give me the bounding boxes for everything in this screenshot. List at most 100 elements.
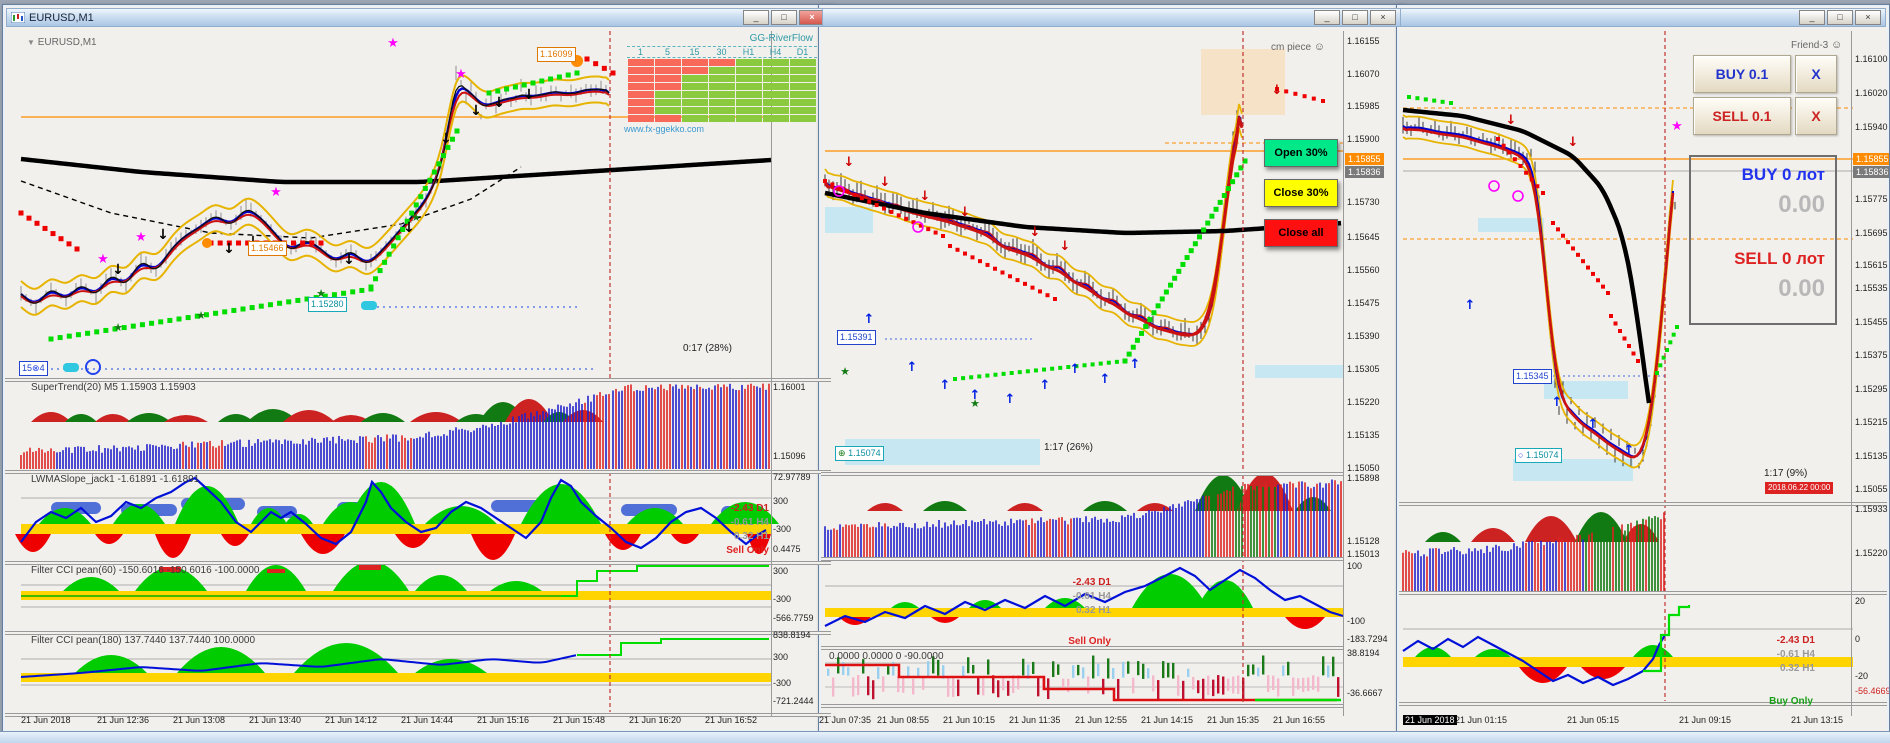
riverflow-cell [654, 74, 681, 82]
chevron-down-icon: ▼ [27, 38, 35, 47]
circle-icon: ○ [1518, 450, 1524, 460]
riverflow-timeframe: 5 [664, 47, 670, 57]
price-label-mid: 1.15466 [248, 241, 287, 256]
riverflow-cell [789, 82, 816, 90]
maximize-button[interactable]: □ [1827, 10, 1853, 25]
riverflow-cell [654, 106, 681, 114]
sell-close-x-button[interactable]: X [1795, 97, 1837, 135]
price-scale-tick: 38.8194 [1347, 648, 1380, 658]
svg-text:★: ★ [97, 252, 109, 267]
sell-lots-value: 0.00 [1778, 275, 1825, 302]
close-button[interactable]: × [1370, 10, 1396, 25]
pane-separator[interactable] [1399, 702, 1887, 706]
close-all-button[interactable]: Close all [1264, 219, 1338, 247]
svg-text:★: ★ [270, 185, 282, 200]
svg-text:↓: ↓ [844, 155, 855, 170]
svg-text:↑: ↑ [907, 360, 918, 375]
price-scale-tick: 1.15455 [1855, 317, 1888, 327]
price-scale-tick: 1.15305 [1347, 364, 1380, 374]
time-axis-label: 21 Jun 05:15 [1567, 715, 1620, 725]
time-axis-label: 21 Jun 15:48 [553, 715, 606, 725]
indicator-label-lwmaslope: LWMASlope_jack1 -1.61891 -1.61891 [31, 474, 200, 485]
svg-text:↑: ↑ [864, 312, 875, 327]
time-axis-label: 21 Jun 14:15 [1141, 715, 1194, 725]
riverflow-cell [762, 98, 789, 106]
riverflow-timeframe: H1 [742, 47, 755, 57]
window-titlebar[interactable]: _ □ × [822, 8, 1401, 27]
indicator-label-supertrend: SuperTrend(20) M5 1.15903 1.15903 [31, 382, 196, 393]
riverflow-cell [654, 58, 681, 66]
time-axis-label: 21 Jun 14:12 [325, 715, 378, 725]
bid-price-box: 1.15836 [1853, 166, 1889, 178]
riverflow-grid [608, 58, 821, 122]
close-button[interactable]: × [1855, 10, 1881, 25]
time-axis-label: 21 Jun 15:35 [1207, 715, 1260, 725]
window-titlebar[interactable]: EURUSD,M1 _ □ × [6, 8, 830, 27]
restore-button[interactable]: □ [771, 10, 797, 25]
riverflow-cell [789, 90, 816, 98]
price-scale-tick: -100 [1347, 616, 1366, 626]
minimize-button[interactable]: _ [1799, 10, 1825, 25]
smiley-toggle-icon[interactable]: ☺ [1831, 39, 1842, 51]
svg-text:↓: ↓ [1506, 113, 1517, 128]
price-scale-tick: 0 [1855, 634, 1861, 644]
w2-main-chart: ↑ ↑ ↑ ↑ ↑ ↑ ↑ ↑ ↑ ↓ ↓ ↓ ↓ ↓ ↓ ↓ ★ ★ [823, 31, 1343, 472]
svg-text:↓: ↓ [920, 189, 931, 204]
riverflow-cell [708, 114, 735, 122]
bar-countdown: 1:17 (26%) [1044, 442, 1093, 453]
time-axis-label: 21 Jun 2018 [21, 715, 71, 725]
riverflow-cell [627, 114, 654, 122]
mt4-workspace: EURUSD,M1 _ □ × ▼ EURUSD,M1 GG-RiverFlow… [0, 0, 1890, 743]
price-scale-tick: 1.15055 [1855, 484, 1888, 494]
svg-text:↓: ↓ [1030, 225, 1041, 240]
circled-plus-icon: ⊕ [838, 448, 846, 458]
close-30-button[interactable]: Close 30% [1264, 179, 1338, 207]
riverflow-cell [762, 114, 789, 122]
price-scale-axis[interactable] [1343, 31, 1344, 716]
price-label-high: 1.16099 [537, 47, 576, 62]
riverflow-cell [735, 98, 762, 106]
chart-icon [11, 12, 25, 23]
price-label-b: ○ 1.15074 [1515, 448, 1562, 463]
svg-text:↓: ↓ [440, 131, 452, 147]
sell-lots-label: SELL 0 лот [1734, 249, 1825, 268]
minimize-button[interactable]: _ [1314, 10, 1340, 25]
riverflow-title: GG-RiverFlow [749, 33, 813, 44]
slope-h4-value: -0.61 H4 [1072, 591, 1111, 602]
time-axis-label: 21 Jun 12:55 [1075, 715, 1128, 725]
trade-mode-label: Sell Only [726, 545, 769, 556]
riverflow-cell [735, 58, 762, 66]
price-scale-axis[interactable] [1851, 31, 1852, 716]
riverflow-site-link[interactable]: www.fx-ggekko.com [624, 124, 821, 134]
riverflow-cell [762, 106, 789, 114]
svg-text:★: ★ [387, 36, 399, 51]
price-scale-tick: 1.15096 [773, 451, 806, 461]
time-axis-label: 21 Jun 10:15 [943, 715, 996, 725]
pane-separator[interactable] [1399, 502, 1887, 506]
pane-separator[interactable] [821, 557, 1343, 561]
riverflow-timeframe: H4 [769, 47, 782, 57]
open-30-button[interactable]: Open 30% [1264, 139, 1338, 167]
sell-button[interactable]: SELL 0.1 [1693, 97, 1791, 135]
pane-separator[interactable] [1399, 591, 1887, 595]
buy-lots-label: BUY 0 лот [1741, 165, 1825, 184]
symbol-corner-label[interactable]: ▼ EURUSD,M1 [27, 37, 97, 48]
minimize-button[interactable]: _ [743, 10, 769, 25]
riverflow-timeframe: D1 [796, 47, 809, 57]
price-scale-tick: 1.15135 [1855, 451, 1888, 461]
w3-lwmaslope-pane [1402, 595, 1853, 701]
buy-close-x-button[interactable]: X [1795, 55, 1837, 93]
price-scale-tick: 0.4475 [773, 544, 801, 554]
svg-text:↓: ↓ [470, 103, 482, 119]
pane-separator[interactable] [821, 704, 1343, 708]
pane-separator[interactable] [821, 472, 1343, 476]
price-scale-tick: 1.15050 [1347, 463, 1380, 473]
maximize-button[interactable]: □ [1342, 10, 1368, 25]
window-titlebar[interactable]: _ □ × [1400, 8, 1886, 27]
slope-d1-value: -2.43 D1 [1072, 577, 1111, 588]
trade-mode-label: Sell Only [1068, 636, 1111, 647]
riverflow-cell [789, 66, 816, 74]
price-scale-tick: -300 [773, 594, 792, 604]
buy-button[interactable]: BUY 0.1 [1693, 55, 1791, 93]
smiley-toggle-icon[interactable]: ☺ [1314, 41, 1325, 53]
